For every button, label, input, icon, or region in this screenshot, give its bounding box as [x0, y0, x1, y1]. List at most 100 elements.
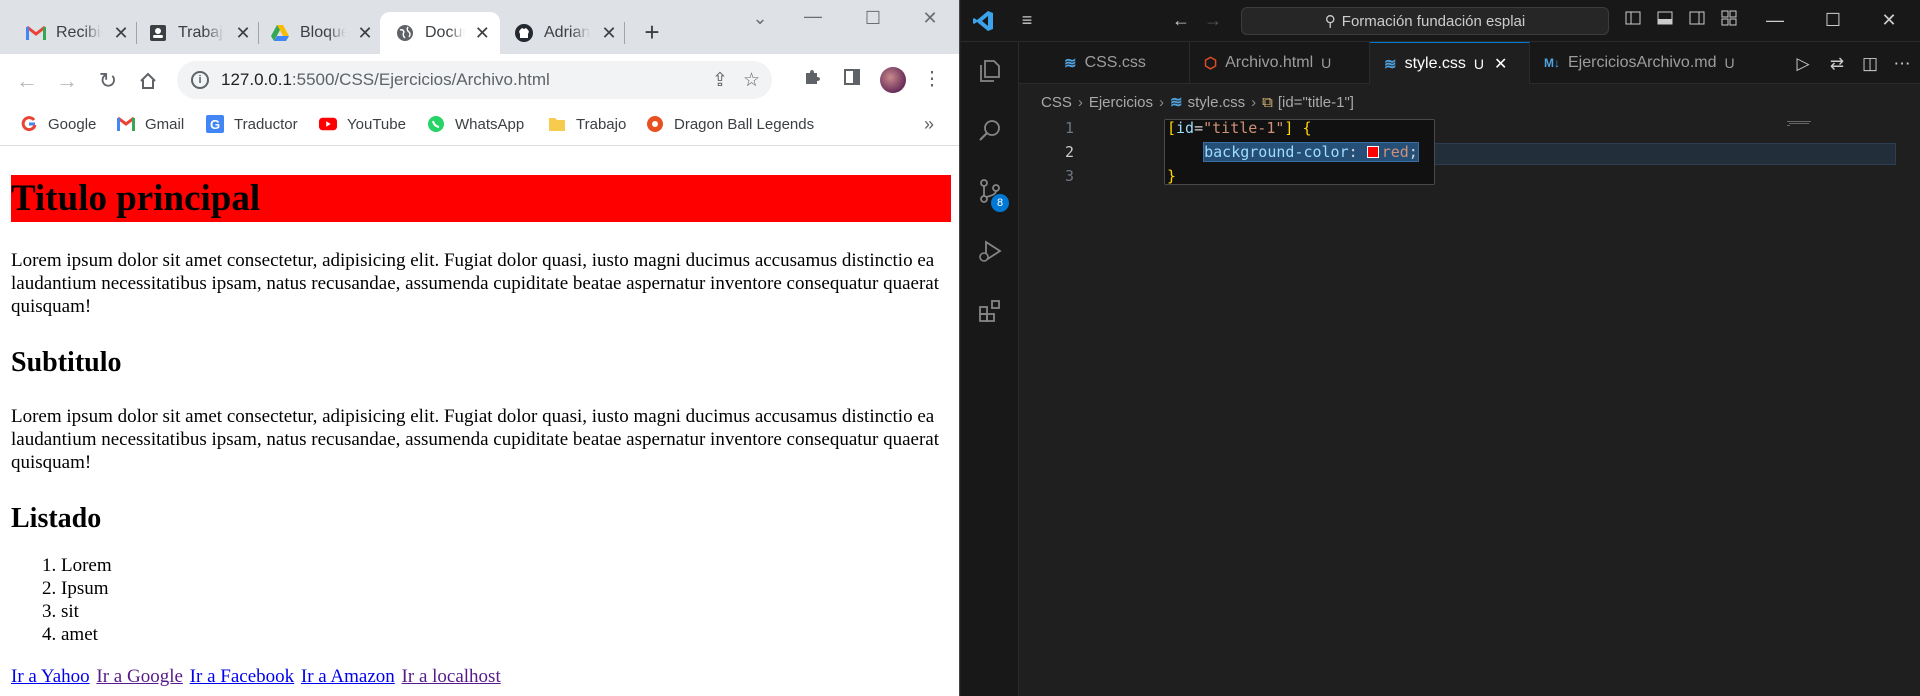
browser-tab-title: Recibidos — [56, 24, 102, 41]
forward-icon[interactable]: → — [52, 66, 82, 96]
browser-tab-recibidos[interactable]: Recibidos ✕ — [0, 12, 140, 54]
code-line: } — [1167, 167, 1177, 185]
bookmarks-bar: Google Gmail G Traductor YouTube WhatsAp… — [0, 106, 959, 146]
bookmark-dragon-ball-legends[interactable]: Dragon Ball Legends — [646, 115, 814, 133]
extensions-icon[interactable] — [975, 296, 1005, 326]
search-icon[interactable] — [975, 116, 1005, 146]
link-facebook[interactable]: Ir a Facebook — [190, 666, 294, 687]
minimize-icon[interactable]: — — [1763, 10, 1787, 31]
toggle-sidebar-icon[interactable] — [1621, 10, 1645, 31]
close-window-icon[interactable]: ✕ — [1877, 10, 1901, 31]
minimize-icon[interactable]: — — [798, 6, 828, 27]
bookmark-gmail[interactable]: Gmail — [117, 115, 184, 133]
breadcrumb: CSS › Ejercicios › ≋ style.css › ⧉ [id="… — [1041, 90, 1354, 114]
bookmark-whatsapp[interactable]: WhatsApp — [427, 115, 524, 133]
browser-tab-documento[interactable]: Documento ✕ — [380, 12, 500, 54]
tab-css-css[interactable]: ≋ CSS.css — [1050, 42, 1190, 84]
chevron-right-icon: › — [1077, 93, 1083, 111]
tab-ejercicios-archivo-md[interactable]: M↓ EjerciciosArchivo.md U — [1530, 42, 1740, 84]
back-icon[interactable]: ← — [12, 66, 42, 96]
toggle-panel-icon[interactable] — [1653, 10, 1677, 31]
bookmarks-overflow-button[interactable]: » — [924, 114, 934, 135]
code-line: [id="title-1"] { — [1167, 119, 1312, 137]
address-bar[interactable]: i 127.0.0.1:5500/CSS/Ejercicios/Archivo.… — [177, 61, 772, 99]
bookmark-traductor[interactable]: G Traductor — [206, 115, 298, 133]
run-icon[interactable]: ▷ — [1792, 54, 1814, 74]
vscode-titlebar: ≡ ← → ⚲ Formación fundación esplai — ☐ ✕ — [961, 0, 1920, 42]
tab-label: Archivo.html — [1225, 54, 1314, 71]
browser-tab-adrian[interactable]: Adrian ✕ — [488, 12, 628, 54]
run-debug-icon[interactable] — [975, 236, 1005, 266]
menu-hamburger-icon[interactable]: ≡ — [1015, 10, 1039, 31]
reload-icon[interactable]: ↻ — [93, 66, 123, 96]
color-swatch[interactable] — [1366, 146, 1379, 158]
bookmark-label: Trabajo — [576, 115, 627, 133]
google-icon — [20, 115, 38, 133]
bookmark-label: Gmail — [145, 115, 185, 133]
back-icon[interactable]: ← — [1169, 10, 1193, 31]
profile-avatar[interactable] — [880, 67, 906, 93]
toggle-secondary-sidebar-icon[interactable] — [1685, 10, 1709, 31]
link-yahoo[interactable]: Ir a Yahoo — [11, 666, 90, 687]
url-text: 127.0.0.1:5500/CSS/Ejercicios/Archivo.ht… — [221, 70, 550, 89]
open-changes-icon[interactable]: ⇄ — [1826, 54, 1848, 74]
chevron-right-icon: › — [1251, 93, 1257, 111]
line-number: 1 — [1064, 119, 1074, 137]
web-page-content: Titulo principal Lorem ipsum dolor sit a… — [0, 147, 959, 696]
extensions-icon[interactable] — [800, 68, 824, 92]
gmail-icon — [117, 115, 135, 133]
folder-icon — [548, 115, 566, 133]
link-google[interactable]: Ir a Google — [96, 666, 183, 687]
tab-style-css[interactable]: ≋ style.css U ✕ — [1370, 42, 1530, 84]
maximize-icon[interactable]: ☐ — [1821, 10, 1845, 31]
command-center-search[interactable]: ⚲ Formación fundación esplai — [1241, 7, 1609, 35]
breadcrumb-item[interactable]: [id="title-1"] — [1278, 94, 1354, 111]
selector-symbol-icon: ⧉ — [1262, 93, 1273, 111]
bookmark-youtube[interactable]: YouTube — [319, 115, 406, 133]
browser-window: Recibidos ✕ Trabajo ✕ Bloque ✕ Documento… — [0, 0, 960, 696]
forward-icon[interactable]: → — [1201, 10, 1225, 31]
tab-archivo-html[interactable]: ⬡ Archivo.html U — [1190, 42, 1370, 84]
tab-search-icon[interactable]: ⌄ — [745, 8, 775, 29]
list-item: sit — [61, 600, 949, 623]
minimap[interactable] — [1787, 114, 1811, 144]
breadcrumb-item[interactable]: CSS — [1041, 94, 1072, 111]
menu-kebab-icon[interactable]: ⋮ — [920, 68, 944, 91]
site-info-icon[interactable]: i — [191, 71, 209, 89]
line-number: 2 — [1064, 143, 1074, 161]
customize-layout-icon[interactable] — [1717, 10, 1741, 31]
split-editor-icon[interactable]: ◫ — [1859, 54, 1881, 74]
bookmark-star-icon[interactable]: ☆ — [743, 69, 760, 92]
source-control-badge: 8 — [991, 194, 1009, 212]
close-icon[interactable]: ✕ — [356, 23, 374, 44]
link-localhost[interactable]: Ir a localhost — [402, 666, 501, 687]
dragon-ball-icon — [646, 115, 664, 133]
code-editor[interactable]: 1 2 3 [id="title-1"] { background-color:… — [1019, 114, 1920, 696]
browser-tab-trabajo[interactable]: Trabajo ✕ — [122, 12, 262, 54]
new-tab-button[interactable]: + — [638, 18, 666, 46]
bookmark-google[interactable]: Google — [20, 115, 96, 133]
close-window-icon[interactable]: ✕ — [915, 8, 945, 29]
breadcrumb-item[interactable]: style.css — [1188, 94, 1246, 111]
home-icon[interactable] — [133, 66, 163, 96]
tab-label: EjerciciosArchivo.md — [1568, 54, 1717, 71]
paragraph: Lorem ipsum dolor sit amet consectetur, … — [11, 250, 940, 317]
close-icon[interactable]: ✕ — [600, 23, 618, 44]
bookmark-trabajo[interactable]: Trabajo — [548, 115, 626, 133]
drive-icon — [270, 23, 290, 43]
explorer-icon[interactable] — [975, 56, 1005, 86]
css-icon: ≋ — [1170, 94, 1183, 111]
side-panel-icon[interactable] — [840, 68, 864, 92]
maximize-icon[interactable]: ☐ — [858, 8, 888, 29]
breadcrumb-item[interactable]: Ejercicios — [1089, 94, 1153, 111]
browser-tab-title: Trabajo — [178, 24, 224, 41]
search-icon: ⚲ — [1324, 13, 1336, 30]
browser-tab-bloque[interactable]: Bloque ✕ — [244, 12, 384, 54]
markdown-icon: M↓ — [1544, 56, 1560, 70]
close-icon[interactable]: ✕ — [1494, 54, 1507, 74]
css-icon: ≋ — [1384, 55, 1397, 73]
bookmark-label: YouTube — [347, 115, 406, 133]
share-icon[interactable]: ⇪ — [712, 69, 728, 92]
link-amazon[interactable]: Ir a Amazon — [301, 666, 395, 687]
more-actions-icon[interactable]: ⋯ — [1891, 54, 1913, 74]
